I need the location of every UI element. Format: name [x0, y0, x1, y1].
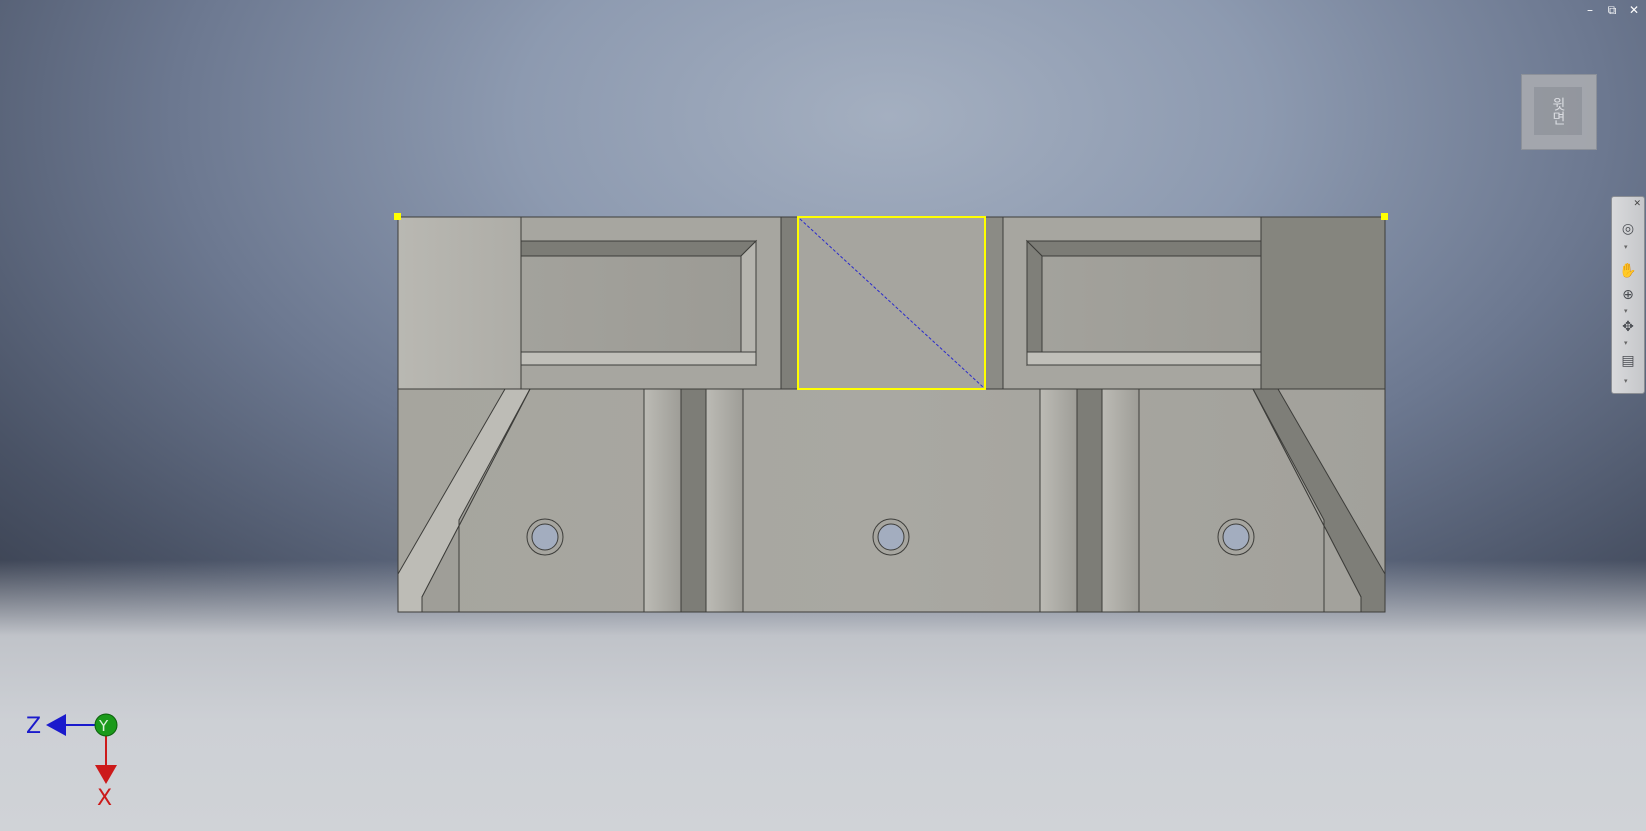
x-axis-label: X	[97, 786, 112, 811]
x-axis-arrow	[95, 765, 117, 784]
y-axis-label: Y	[98, 717, 109, 735]
coordinate-triad: Z Y X	[26, 713, 118, 811]
z-axis-label: Z	[26, 714, 41, 739]
model-canvas[interactable]: Z Y X	[0, 0, 1646, 831]
z-axis-arrow	[46, 714, 66, 736]
